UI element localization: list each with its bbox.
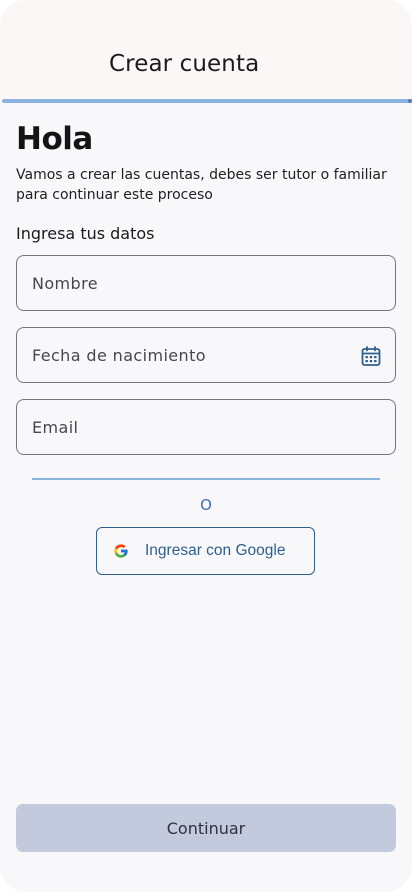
progress-end-indicator [408,99,412,103]
or-separator-text: O [200,496,212,514]
progress-bar [2,99,412,103]
email-input[interactable] [17,400,395,454]
name-input[interactable] [17,256,395,310]
google-login-button[interactable]: Ingresar con Google [96,527,315,575]
app-bar: Crear cuenta [0,0,412,100]
continue-button[interactable]: Continuar [16,804,396,852]
google-icon [114,544,128,558]
divider [32,478,380,480]
description-text: Vamos a crear las cuentas, debes ser tut… [16,167,387,203]
calendar-icon[interactable] [360,345,382,367]
google-login-label: Ingresar con Google [145,542,286,559]
headline: Hola [16,121,93,157]
section-label: Ingresa tus datos [16,224,155,243]
birthdate-input[interactable] [17,328,395,382]
name-field[interactable] [16,255,396,311]
screen: Crear cuenta Hola Vamos a crear las cuen… [0,0,412,892]
email-field[interactable] [16,399,396,455]
progress-fill [2,99,412,103]
birthdate-field[interactable] [16,327,396,383]
page-title: Crear cuenta [109,51,260,77]
